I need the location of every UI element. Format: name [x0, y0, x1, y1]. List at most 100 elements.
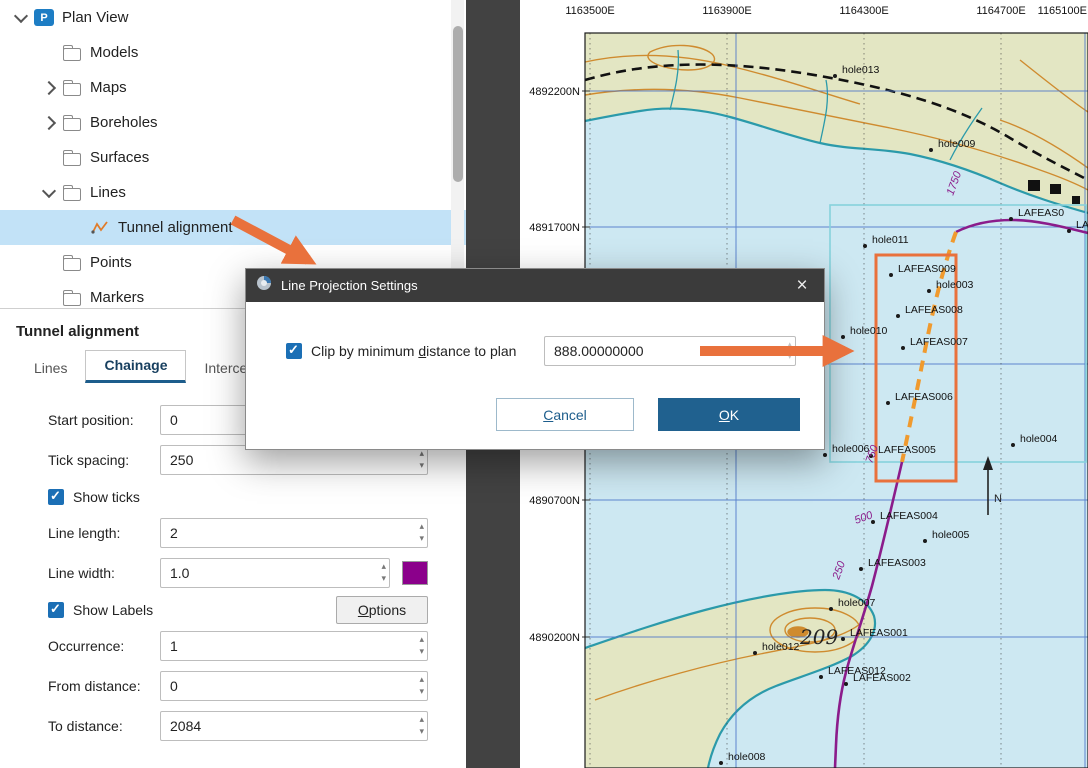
tree-item-surfaces[interactable]: Surfaces: [0, 140, 466, 175]
spin-down-icon[interactable]: [419, 532, 424, 544]
tree-item-label: Lines: [90, 184, 126, 201]
svg-text:4890700N: 4890700N: [529, 495, 580, 507]
svg-text:LAFEAS007: LAFEAS007: [910, 336, 968, 348]
tree-item-label: Tunnel alignment: [118, 219, 233, 236]
spin-down-icon[interactable]: [381, 572, 386, 584]
tree-item-models[interactable]: Models: [0, 35, 466, 70]
svg-text:hole009: hole009: [938, 138, 976, 150]
chevron-right-icon[interactable]: [36, 118, 62, 128]
tree-item-maps[interactable]: Maps: [0, 70, 466, 105]
elevation-label: 209: [799, 625, 838, 649]
line-width-input[interactable]: [160, 558, 390, 588]
min-distance-value[interactable]: [545, 337, 795, 365]
svg-text:hole003: hole003: [936, 279, 974, 291]
chevron-right-icon[interactable]: [36, 83, 62, 93]
line-width-value[interactable]: [161, 559, 389, 587]
ok-button[interactable]: OK: [658, 398, 800, 431]
tree-item-label: Plan View: [62, 9, 128, 26]
tree-item-label: Maps: [90, 79, 127, 96]
tree-item-label: Markers: [90, 289, 144, 306]
from-distance-value[interactable]: [161, 672, 427, 700]
plan-view-icon: [34, 9, 54, 26]
close-icon[interactable]: [790, 276, 814, 295]
clip-checkbox[interactable]: [286, 343, 302, 359]
show-labels-checkbox[interactable]: [48, 602, 64, 618]
spin-down-icon[interactable]: [419, 459, 424, 471]
spin-down-icon[interactable]: [419, 725, 424, 737]
properties-fields: Start position: Tick spacing: Show ticks…: [48, 405, 428, 741]
min-distance-input[interactable]: [544, 336, 796, 366]
tree-item-lines[interactable]: Lines: [0, 175, 466, 210]
spin-up-icon[interactable]: [419, 520, 424, 532]
occurrence-row: Occurrence:: [48, 631, 428, 661]
spin-up-icon[interactable]: [419, 713, 424, 725]
cancel-button[interactable]: Cancel: [496, 398, 634, 431]
tree-item-plan-view[interactable]: Plan View: [0, 0, 466, 35]
svg-text:LAFEAS006: LAFEAS006: [895, 391, 953, 403]
tree-item-label: Models: [90, 44, 138, 61]
svg-text:hole011: hole011: [872, 234, 909, 246]
spin-up-icon[interactable]: [787, 338, 792, 350]
spinner-icons[interactable]: [419, 673, 424, 697]
line-length-row: Line length:: [48, 518, 428, 548]
to-distance-value[interactable]: [161, 712, 427, 740]
svg-text:LAFEAS002: LAFEAS002: [853, 672, 911, 684]
svg-text:hole010: hole010: [850, 325, 888, 337]
line-width-label: Line width:: [48, 565, 160, 581]
folder-icon: [62, 114, 82, 132]
svg-text:LAFEAS005: LAFEAS005: [878, 444, 936, 456]
dialog-titlebar[interactable]: Line Projection Settings: [246, 269, 824, 302]
svg-text:hole007: hole007: [838, 597, 876, 609]
chevron-down-icon[interactable]: [36, 189, 62, 196]
svg-text:hole013: hole013: [842, 64, 880, 76]
line-length-value[interactable]: [161, 519, 427, 547]
svg-text:LA: LA: [1076, 219, 1088, 231]
from-distance-input[interactable]: [160, 671, 428, 701]
folder-icon: [62, 79, 82, 97]
spin-down-icon[interactable]: [787, 350, 792, 362]
start-position-label: Start position:: [48, 412, 160, 428]
spinner-icons[interactable]: [381, 560, 386, 584]
svg-text:1165100E: 1165100E: [1038, 5, 1087, 17]
folder-icon: [62, 149, 82, 167]
line-length-input[interactable]: [160, 518, 428, 548]
svg-text:4892200N: 4892200N: [529, 86, 580, 98]
occurrence-label: Occurrence:: [48, 638, 160, 654]
svg-text:4891700N: 4891700N: [529, 222, 580, 234]
tab-lines[interactable]: Lines: [16, 354, 85, 383]
spinner-icons[interactable]: [419, 713, 424, 737]
spinner-icons[interactable]: [419, 520, 424, 544]
tree-item-tunnel-alignment[interactable]: Tunnel alignment: [0, 210, 466, 245]
svg-text:hole006: hole006: [832, 443, 870, 455]
spinner-icons[interactable]: [419, 633, 424, 657]
tick-spacing-label: Tick spacing:: [48, 452, 160, 468]
tree-scrollbar[interactable]: [451, 0, 464, 308]
tree-item-boreholes[interactable]: Boreholes: [0, 105, 466, 140]
tab-chainage[interactable]: Chainage: [85, 350, 186, 383]
spin-up-icon[interactable]: [381, 560, 386, 572]
show-ticks-checkbox[interactable]: [48, 489, 64, 505]
chevron-down-icon[interactable]: [8, 14, 34, 21]
spinner-icons[interactable]: [787, 338, 792, 362]
occurrence-input[interactable]: [160, 631, 428, 661]
tree-item-label: Points: [90, 254, 132, 271]
svg-text:hole012: hole012: [762, 641, 800, 653]
tree-item-label: Surfaces: [90, 149, 149, 166]
tree-scrollbar-thumb[interactable]: [453, 26, 463, 182]
folder-icon: [62, 184, 82, 202]
spin-down-icon[interactable]: [419, 645, 424, 657]
to-distance-input[interactable]: [160, 711, 428, 741]
options-button[interactable]: Options: [336, 596, 428, 624]
dialog-body: Clip by minimum distance to plan Cancel …: [246, 302, 824, 449]
tick-spacing-value[interactable]: [161, 446, 427, 474]
occurrence-value[interactable]: [161, 632, 427, 660]
spin-up-icon[interactable]: [419, 633, 424, 645]
line-color-swatch[interactable]: [402, 561, 428, 585]
spinner-icons[interactable]: [419, 447, 424, 471]
from-distance-label: From distance:: [48, 678, 160, 694]
spin-up-icon[interactable]: [419, 673, 424, 685]
svg-text:LAFEAS009: LAFEAS009: [898, 263, 956, 275]
tree-item-label: Boreholes: [90, 114, 158, 131]
svg-text:1164700E: 1164700E: [976, 5, 1025, 17]
spin-down-icon[interactable]: [419, 685, 424, 697]
